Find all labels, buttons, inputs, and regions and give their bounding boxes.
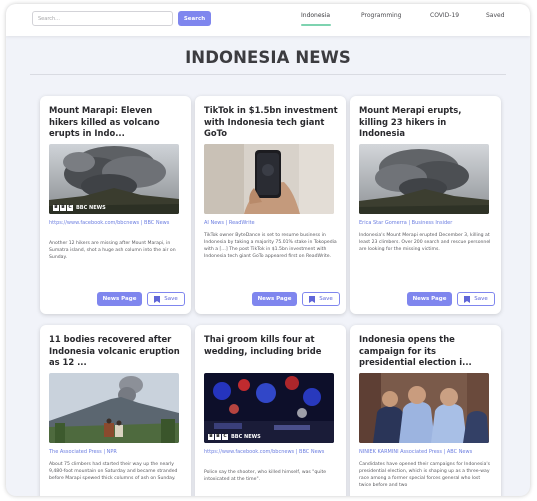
news-card: 11 bodies recovered after Indonesia volc…	[40, 325, 191, 496]
card-title[interactable]: Mount Merapi erupts, killing 23 hikers i…	[359, 105, 493, 140]
search-button[interactable]: Search	[178, 11, 211, 26]
card-source[interactable]: https://www.facebook.com/bbcnews | BBC N…	[49, 220, 183, 227]
save-label: Save	[474, 296, 488, 302]
card-title[interactable]: Thai groom kills four at wedding, includ…	[204, 334, 338, 357]
card-source[interactable]: AI News | ReadWrite	[204, 220, 338, 227]
card-title[interactable]: Mount Marapi: Eleven hikers killed as vo…	[49, 105, 183, 140]
save-button[interactable]: Save	[457, 292, 495, 306]
page-title: INDONESIA NEWS	[185, 48, 351, 67]
police-lights-night-photo: B B C BBC NEWS	[204, 373, 334, 443]
bookmark-icon	[154, 295, 161, 303]
card-source[interactable]: Erica Star Gomerra | Business Insider	[359, 220, 493, 227]
nav-indonesia[interactable]: Indonesia	[301, 12, 330, 19]
news-card: Thai groom kills four at wedding, includ…	[195, 325, 346, 496]
bbc-logo-text: BBC NEWS	[76, 205, 106, 211]
card-description: About 75 climbers had started their way …	[49, 462, 178, 481]
card-description: Police say the shooter, who killed himse…	[204, 470, 327, 482]
card-source[interactable]: NINIEK KARMINI Associated Press | ABC Ne…	[359, 449, 493, 456]
news-card: Mount Marapi: Eleven hikers killed as vo…	[40, 96, 191, 314]
nav-programming[interactable]: Programming	[361, 12, 401, 19]
bbc-news-logo: B B C BBC NEWS	[53, 205, 106, 211]
card-title[interactable]: TikTok in $1.5bn investment with Indones…	[204, 105, 338, 140]
news-card: Mount Merapi erupts, killing 23 hikers i…	[350, 96, 501, 314]
active-nav-underline	[301, 24, 331, 26]
rescue-team-at-volcano-photo	[49, 373, 179, 443]
save-button[interactable]: Save	[147, 292, 185, 306]
hand-holding-phone-photo	[204, 144, 334, 214]
card-source[interactable]: https://www.facebook.com/bbcnews | BBC N…	[204, 449, 338, 456]
nav-saved[interactable]: Saved	[486, 12, 505, 19]
news-page-button[interactable]: News Page	[407, 292, 452, 306]
save-label: Save	[319, 296, 333, 302]
card-title[interactable]: 11 bodies recovered after Indonesia volc…	[49, 334, 183, 369]
top-bar: Search Indonesia Programming COVID-19 Sa…	[6, 4, 530, 36]
card-source[interactable]: The Associated Press | NPR	[49, 449, 183, 456]
card-title[interactable]: Indonesia opens the campaign for its pre…	[359, 334, 493, 369]
card-description: Another 12 hikers are missing after Moun…	[49, 241, 176, 260]
news-card: TikTok in $1.5bn investment with Indones…	[195, 96, 346, 314]
bookmark-icon	[464, 295, 471, 303]
title-divider	[30, 74, 506, 75]
app-window: Search Indonesia Programming COVID-19 Sa…	[6, 4, 530, 496]
news-page-button[interactable]: News Page	[252, 292, 297, 306]
bbc-logo-text: BBC NEWS	[231, 434, 261, 440]
bbc-news-logo: B B C BBC NEWS	[208, 434, 261, 440]
candidates-at-campaign-photo	[359, 373, 489, 443]
volcano-ash-plume-photo: B B C BBC NEWS	[49, 144, 179, 214]
bookmark-icon	[309, 295, 316, 303]
save-label: Save	[164, 296, 178, 302]
news-page-button[interactable]: News Page	[97, 292, 142, 306]
card-description: TikTok owner ByteDance is set to resume …	[204, 233, 337, 259]
news-card: Indonesia opens the campaign for its pre…	[350, 325, 501, 496]
save-button[interactable]: Save	[302, 292, 340, 306]
card-description: Indonesia's Mount Merapi erupted Decembe…	[359, 233, 491, 252]
nav-covid-19[interactable]: COVID-19	[430, 12, 459, 19]
search-input[interactable]	[32, 11, 173, 26]
volcano-ash-plume-photo	[359, 144, 489, 214]
card-description: Candidates have opened their campaigns f…	[359, 462, 491, 488]
